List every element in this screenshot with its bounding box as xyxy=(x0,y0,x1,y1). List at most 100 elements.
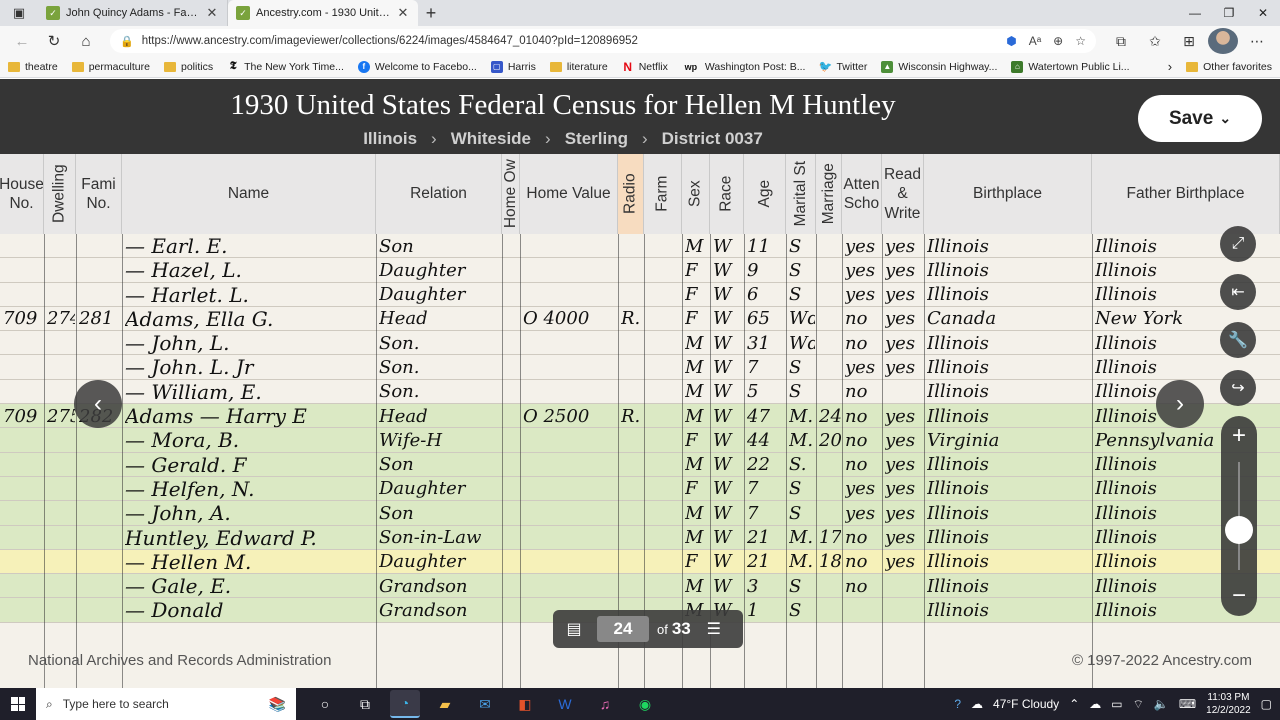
itunes-icon[interactable]: ♫ xyxy=(590,690,620,718)
census-row[interactable]: — Mora, B. Wife-H F W 44 M. 20 no yes Virginia Pen… xyxy=(0,428,1280,453)
restore-icon[interactable]: ❐ xyxy=(1212,0,1246,26)
zoom-slider-handle[interactable] xyxy=(1225,516,1253,544)
zoom-out-icon[interactable]: − xyxy=(1221,578,1257,614)
bookmark-nytimes[interactable]: 𝕿 The New York Time... xyxy=(227,60,344,73)
close-tab-icon[interactable]: ✕ xyxy=(396,5,410,21)
share-icon[interactable]: ↪ xyxy=(1220,370,1256,406)
chevron-up-icon[interactable]: ⌃ xyxy=(1069,697,1079,711)
help-icon[interactable]: ? xyxy=(954,697,961,711)
breadcrumb-separator-icon: › xyxy=(431,129,437,148)
profile-avatar[interactable] xyxy=(1208,28,1238,54)
census-cell-school xyxy=(845,598,881,622)
filmstrip-icon[interactable]: ▤ xyxy=(559,615,589,643)
bookmark-literature[interactable]: literature xyxy=(549,61,608,73)
minimize-icon[interactable]: — xyxy=(1178,0,1212,26)
bookmark-theatre[interactable]: theatre xyxy=(8,61,58,73)
weather-cloud-icon[interactable]: ☁ xyxy=(971,697,983,711)
bookmark-harris[interactable]: ▢ Harris xyxy=(490,60,536,73)
index-people-icon[interactable]: ☰ xyxy=(699,615,729,643)
column-header-dwelling: Dwelling xyxy=(44,154,76,234)
cortana-icon[interactable]: ○ xyxy=(310,690,340,718)
census-row[interactable]: — Harlet. L. Daughter F W 6 Syes yes Illinois Il… xyxy=(0,283,1280,307)
bookmark-washington-post[interactable]: wp Washington Post: B... xyxy=(682,61,806,73)
save-button[interactable]: Save ⌄ xyxy=(1138,95,1262,142)
census-row[interactable]: — Hazel, L. Daughter F W 9 Syes yes Illinois Ill… xyxy=(0,258,1280,283)
tab-john-quincy-adams[interactable]: ✓ John Quincy Adams - Facts ✕ xyxy=(38,0,228,26)
bookmark-twitter[interactable]: 🐦 Twitter xyxy=(819,61,868,74)
volume-icon[interactable]: 🔈 xyxy=(1154,697,1169,711)
census-cell-marriage xyxy=(819,234,841,258)
breadcrumb-district[interactable]: District 0037 xyxy=(662,129,763,149)
task-view-icon[interactable]: ⧉ xyxy=(350,690,380,718)
favorites-icon[interactable]: ✩ xyxy=(1140,28,1170,54)
fullscreen-icon[interactable]: ⤢ xyxy=(1220,226,1256,262)
census-row[interactable]: — Helfen, N. Daughter F W 7 Syes yes Illinois Il… xyxy=(0,476,1280,502)
census-row[interactable]: — Hellen M. Daughter F W 21 M. 18 no yes Illinois… xyxy=(0,549,1280,575)
tools-wrench-icon[interactable]: 🔧 xyxy=(1220,322,1256,358)
bookmark-wisconsin-highway[interactable]: ▲ Wisconsin Highway... xyxy=(881,60,997,73)
bookmark-politics[interactable]: politics xyxy=(163,61,213,73)
input-language-icon[interactable]: ⌨ xyxy=(1179,697,1196,711)
tab-ancestry-census[interactable]: ✓ Ancestry.com - 1930 United States Fede… xyxy=(228,0,418,26)
breadcrumb-city[interactable]: Sterling xyxy=(565,129,628,149)
census-cell-family xyxy=(79,550,121,574)
census-row[interactable]: — John, L.Son.MW31WdnoyesIllinoisIllinoi… xyxy=(0,331,1280,356)
battery-icon[interactable]: ▭ xyxy=(1111,697,1122,711)
census-row[interactable]: — Gerald. F Son M W 22 S. no yes Illinois Illinoi… xyxy=(0,452,1280,477)
extension-badge-icon[interactable]: ⬢ xyxy=(1006,34,1016,48)
network-icon[interactable]: ⌔ xyxy=(1133,697,1144,712)
home-icon[interactable]: ⌂ xyxy=(72,28,100,54)
census-row[interactable]: — John. L. Jr Son. M W 7 Syes yes Illinois Illin… xyxy=(0,355,1280,380)
notifications-icon[interactable]: ▢ xyxy=(1261,697,1272,711)
chevron-right-icon[interactable]: › xyxy=(1168,59,1172,74)
census-row[interactable]: Huntley, Edward P. Son-in-Law M W 21 M. 17 no ye… xyxy=(0,525,1280,550)
favorite-star-icon[interactable]: ☆ xyxy=(1075,34,1086,48)
census-row[interactable]: 709 274281 Adams, Ella G. Head O 4000 R. FW 65 W… xyxy=(0,307,1280,332)
tab-actions-icon[interactable]: ▣ xyxy=(0,0,38,26)
new-tab-icon[interactable]: + xyxy=(418,0,444,26)
edge-browser-icon[interactable]: ◔ xyxy=(390,690,420,718)
more-menu-icon[interactable]: ⋯ xyxy=(1242,28,1272,54)
census-row[interactable]: — John, A. Son M W 7 Syes yes Illinois Illinois xyxy=(0,501,1280,526)
clock[interactable]: 11:03 PM 12/2/2022 xyxy=(1206,691,1251,717)
onedrive-icon[interactable]: ☁ xyxy=(1089,697,1101,711)
bookmark-facebook[interactable]: f Welcome to Facebo... xyxy=(357,60,477,73)
bookmark-netflix[interactable]: N Netflix xyxy=(622,60,668,74)
page-number-input[interactable]: 24 xyxy=(597,616,649,642)
zoom-in-icon[interactable]: + xyxy=(1221,418,1257,454)
word-icon[interactable]: W xyxy=(550,690,580,718)
url-field[interactable]: 🔒 https://www.ancestry.com/imageviewer/c… xyxy=(110,29,1096,53)
taskbar-search[interactable]: ⌕ Type here to search 📚 xyxy=(36,688,296,720)
bookmark-other-favorites[interactable]: Other favorites xyxy=(1186,61,1272,73)
zoom-icon[interactable]: ⊕ xyxy=(1053,34,1063,48)
census-cell-family xyxy=(79,501,121,525)
read-aloud-icon[interactable]: Aᵃ xyxy=(1029,34,1041,48)
census-image-viewer[interactable]: House No. Dwelling Fami No. Name Relation Hom… xyxy=(0,154,1280,688)
mail-icon[interactable]: ✉ xyxy=(470,690,500,718)
close-window-icon[interactable]: ✕ xyxy=(1246,0,1280,26)
bookmark-watertown-library[interactable]: ⌂ Watertown Public Li... xyxy=(1011,60,1130,73)
weather-text[interactable]: 47°F Cloudy xyxy=(993,697,1059,711)
breadcrumb-county[interactable]: Whiteside xyxy=(451,129,531,149)
census-row[interactable]: — William, E. Son. M W 5 Sno Illinois Illinois xyxy=(0,380,1280,405)
census-cell-radio xyxy=(621,234,643,258)
collapse-panel-icon[interactable]: ⇤ xyxy=(1220,274,1256,310)
collections-icon[interactable]: ⊞ xyxy=(1174,28,1204,54)
breadcrumb-state[interactable]: Illinois xyxy=(363,129,417,149)
previous-image-button[interactable]: ‹ xyxy=(74,380,122,428)
start-button[interactable] xyxy=(0,688,36,720)
back-icon[interactable]: ← xyxy=(8,28,36,54)
next-image-button[interactable]: › xyxy=(1156,380,1204,428)
bookmark-permaculture[interactable]: permaculture xyxy=(71,61,150,73)
census-cell-birthplace: Illinois xyxy=(927,284,989,306)
spotify-icon[interactable]: ◉ xyxy=(630,690,660,718)
close-tab-icon[interactable]: ✕ xyxy=(205,5,219,21)
file-explorer-icon[interactable]: ▰ xyxy=(430,690,460,718)
census-row[interactable]: — Earl. E. Son M W 11 Syes yes Illinois Illinois xyxy=(0,234,1280,259)
refresh-icon[interactable]: ↻ xyxy=(40,28,68,54)
census-row[interactable]: 709275282Adams — Harry EHeadO 2500R.MW47… xyxy=(0,404,1280,429)
extensions-icon[interactable]: ⧉ xyxy=(1106,28,1136,54)
office-icon[interactable]: ◧ xyxy=(510,690,540,718)
census-row[interactable]: — Gale, E. Grandson M W 3 Sno Illinois Illinois xyxy=(0,574,1280,599)
census-cell-age: 6 xyxy=(747,284,759,306)
